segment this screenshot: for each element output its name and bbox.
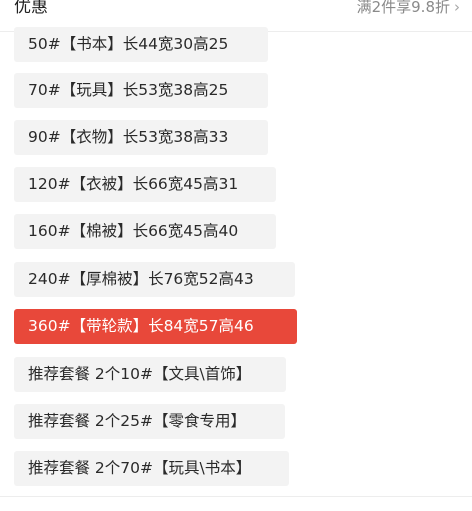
sku-option-120[interactable]: 120#【衣被】长66宽45高31 (14, 167, 276, 202)
discount-text: 满2件享9.8折 (356, 0, 450, 16)
sku-option-240[interactable]: 240#【厚棉被】长76宽52高43 (14, 262, 295, 297)
section-title: 优惠 (14, 0, 48, 17)
sku-option-bundle-10[interactable]: 推荐套餐 2个10#【文具\首饰】 (14, 357, 286, 392)
sku-option-90[interactable]: 90#【衣物】长53宽38高33 (14, 120, 268, 155)
sku-option-360[interactable]: 360#【带轮款】长84宽57高46 (14, 309, 297, 344)
sku-option-bundle-25[interactable]: 推荐套餐 2个25#【零食专用】 (14, 404, 285, 439)
sku-option-70[interactable]: 70#【玩具】长53宽38高25 (14, 73, 268, 108)
chevron-right-icon: › (454, 0, 460, 16)
sku-option-160[interactable]: 160#【棉被】长66宽45高40 (14, 214, 276, 249)
sku-option-50[interactable]: 50#【书本】长44宽30高25 (14, 27, 268, 62)
footer-divider (0, 496, 472, 497)
section-header: 优惠 满2件享9.8折 › (0, 0, 472, 30)
discount-link[interactable]: 满2件享9.8折 › (357, 0, 460, 18)
sku-option-bundle-70[interactable]: 推荐套餐 2个70#【玩具\书本】 (14, 451, 289, 486)
